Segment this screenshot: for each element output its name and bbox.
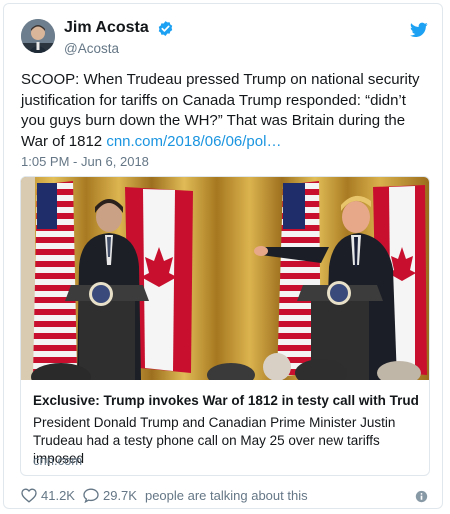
replies-count[interactable]: 29.7K [103,488,137,503]
link-preview-card[interactable]: Exclusive: Trump invokes War of 1812 in … [20,176,430,476]
info-icon[interactable] [415,490,428,503]
author-name[interactable]: Jim Acosta [64,19,149,37]
tweet-link[interactable]: cnn.com/2018/06/06/pol… [106,133,281,150]
heart-icon[interactable] [21,488,37,503]
tweet-text: SCOOP: When Trudeau pressed Trump on nat… [21,70,431,152]
tweet-timestamp[interactable]: 1:05 PM - Jun 6, 2018 [21,154,149,169]
link-preview-image [21,177,429,380]
twitter-bird-icon[interactable] [410,22,428,38]
tweet-card: Jim Acosta @Acosta SCOOP: When Trudeau p… [3,3,443,509]
speech-bubble-icon[interactable] [83,488,99,503]
avatar[interactable] [21,19,55,53]
talking-about-text[interactable]: people are talking about this [145,488,308,503]
link-card-domain: cnn.com [33,453,83,468]
verified-badge-icon [158,21,173,36]
link-card-title[interactable]: Exclusive: Trump invokes War of 1812 in … [33,393,419,408]
tweet-actions: 41.2K 29.7K people are talking about thi… [21,488,308,503]
avatar-image [21,19,55,53]
likes-count[interactable]: 41.2K [41,488,75,503]
link-card-description: President Donald Trump and Canadian Prim… [33,415,396,466]
author-handle[interactable]: @Acosta [64,41,119,56]
